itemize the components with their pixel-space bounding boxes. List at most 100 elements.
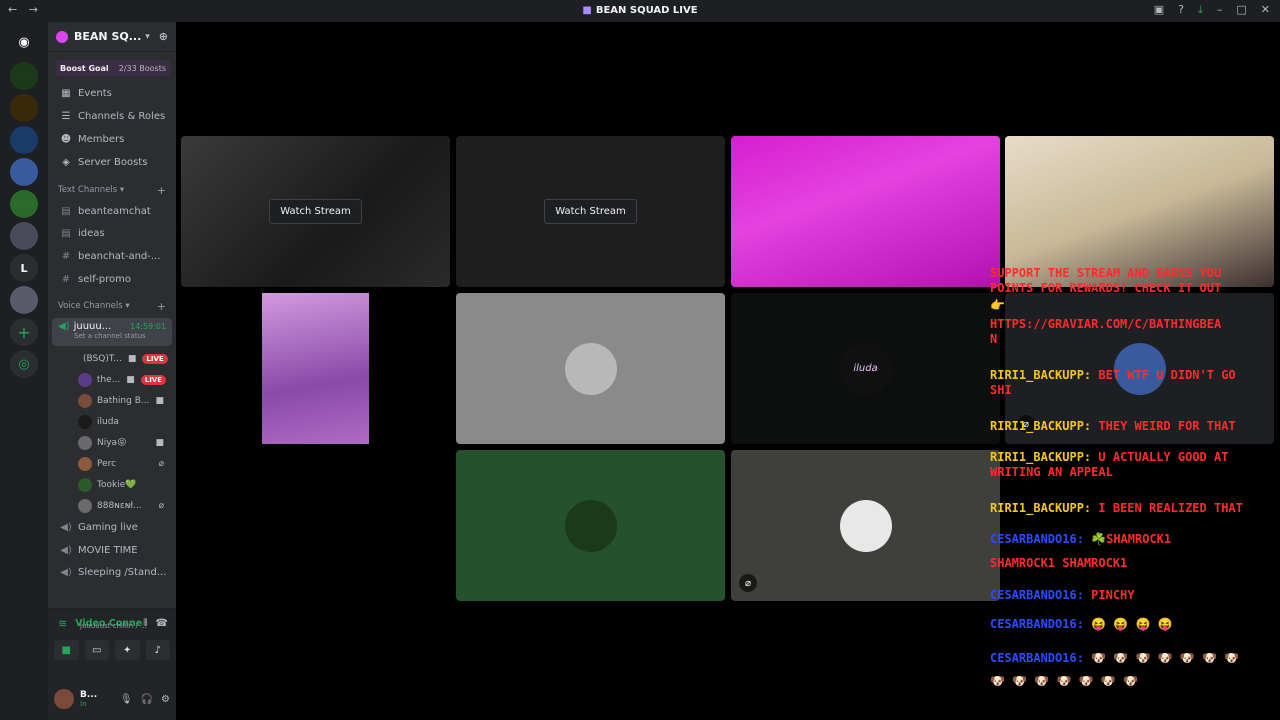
voice-user[interactable]: Perc ⌀	[48, 453, 176, 474]
voice-user-name: (BSQ)T...	[83, 353, 122, 364]
channel-status-input[interactable]: Set a channel status	[74, 332, 166, 340]
text-channel[interactable]: # self-promo	[48, 268, 176, 291]
download-icon[interactable]: ⤓	[1198, 3, 1203, 17]
voice-channel[interactable]: ◀) MOVIE TIME	[48, 539, 176, 562]
user-tile-green[interactable]	[456, 450, 725, 601]
stream-tile-2[interactable]: Watch Stream	[456, 136, 725, 287]
screen-share-button[interactable]: ▭	[84, 640, 109, 660]
voice-channel[interactable]: ◀) Sleeping /Stand...	[48, 562, 176, 585]
user-avatar[interactable]	[54, 689, 74, 709]
server-icon-2[interactable]	[10, 94, 38, 122]
chat-message: HTTPS://GRAVIAR.COM/C/BATHINGBEA	[990, 317, 1222, 331]
chat-line: CESARBANDO16: 🐶 🐶 🐶 🐶 🐶 🐶 🐶	[990, 651, 1239, 666]
discord-home-icon[interactable]: ◉	[10, 28, 38, 56]
server-icon-8[interactable]	[10, 286, 38, 314]
user-status: In	[80, 700, 87, 708]
camera-icon: ■	[155, 437, 164, 448]
video-stage: Watch Stream Watch Stream iluda ⌀ ⌀ SUPP…	[176, 22, 1280, 720]
user-tile-gray[interactable]: ⌀	[731, 450, 1000, 601]
video-tile-phone[interactable]	[181, 293, 450, 444]
voice-channels-category[interactable]: Voice Channels ▾ +	[48, 296, 176, 316]
channel-name: self-promo	[78, 273, 131, 285]
chat-line: N	[990, 332, 997, 347]
server-icon-bean-squad[interactable]	[10, 158, 38, 186]
channels-icon: ☰	[61, 111, 71, 122]
text-channels-category[interactable]: Text Channels ▾ +	[48, 180, 176, 200]
voice-channel[interactable]: ◀) Gaming live	[48, 516, 176, 539]
create-channel-icon[interactable]: +	[157, 184, 166, 197]
chat-line: SUPPORT THE STREAM AND EARNS YOU	[990, 266, 1221, 281]
camera-icon: ■	[127, 353, 137, 364]
menu-item-events[interactable]: ▦ Events	[48, 82, 176, 105]
chat-username: RIRI1_BACKUPP:	[990, 419, 1092, 433]
video-tile-pink[interactable]	[731, 136, 1000, 287]
text-channel[interactable]: ▤ ideas	[48, 223, 176, 246]
inbox-icon[interactable]: ▣	[1154, 3, 1164, 17]
text-channel[interactable]: ▤ beanteamchat	[48, 200, 176, 223]
voice-user[interactable]: Niya😝 ■	[48, 432, 176, 453]
server-list: ◉ L + ◎	[0, 22, 48, 720]
chat-message: 🐶 🐶 🐶 🐶 🐶 🐶 🐶	[1091, 651, 1240, 665]
voice-user[interactable]: Bathing B... ■	[48, 390, 176, 411]
user-tile-iluda[interactable]: iluda	[731, 293, 1000, 444]
voice-user[interactable]: 888ɴɛɴł... ⌀	[48, 495, 176, 516]
voice-user[interactable]: Tookie💚	[48, 474, 176, 495]
voice-user-name: 888ɴɛɴł...	[97, 500, 142, 511]
disconnect-icon[interactable]: ☎	[156, 618, 168, 629]
channel-hash-icon: ▤	[61, 205, 71, 217]
headphones-icon[interactable]: 🎧	[141, 694, 153, 705]
menu-item-server-boosts[interactable]: ◈ Server Boosts	[48, 151, 176, 174]
voice-user-avatar	[78, 477, 92, 492]
maximize-button[interactable]: □	[1236, 3, 1246, 17]
voice-user-avatar	[78, 393, 92, 408]
chat-username: CESARBANDO16:	[990, 617, 1084, 631]
chat-message: 👉	[990, 298, 1005, 312]
chat-message: SHI	[990, 383, 1012, 397]
voice-user[interactable]: (BSQ)T... ■ LIVE	[48, 348, 176, 369]
user-tile[interactable]	[456, 293, 725, 444]
voice-user-name: Tookie💚	[97, 479, 137, 490]
invite-people-icon[interactable]: ⊕	[159, 30, 168, 43]
server-menu: ▦ Events ☰ Channels & Roles ☻ Members ◈ Server …	[48, 82, 176, 174]
camera-button[interactable]: ■	[54, 640, 79, 660]
chat-message: SHAMROCK1 SHAMROCK1	[990, 556, 1128, 570]
menu-item-members[interactable]: ☻ Members	[48, 128, 176, 151]
boost-goal-bar[interactable]: Boost Goal 2/33 Boosts	[56, 60, 170, 76]
server-header[interactable]: BEAN SQ... ▾ ⊕	[48, 22, 176, 52]
watch-stream-button[interactable]: Watch Stream	[269, 199, 362, 224]
voice-user-avatar	[78, 456, 92, 471]
voice-user[interactable]: iluda	[48, 411, 176, 432]
create-voice-channel-icon[interactable]: +	[157, 300, 166, 313]
add-server-icon[interactable]: +	[10, 318, 38, 346]
soundboard-button[interactable]: ♪	[145, 640, 170, 660]
server-icon-6[interactable]	[10, 222, 38, 250]
chat-message: PINCHY	[1091, 588, 1135, 602]
activities-button[interactable]: ✦	[115, 640, 140, 660]
server-icon-5[interactable]	[10, 190, 38, 218]
video-tile-room[interactable]	[1005, 136, 1274, 287]
microphone-icon[interactable]: 🎙	[120, 694, 133, 705]
watch-stream-button[interactable]: Watch Stream	[544, 199, 637, 224]
close-button[interactable]: ✕	[1261, 3, 1270, 17]
server-icon-1[interactable]	[10, 62, 38, 90]
chat-message: THEY WEIRD FOR THAT	[1098, 419, 1236, 433]
stream-icon: ■	[582, 5, 592, 16]
active-voice-channel[interactable]: ◀) juuuu... 14:59:01 Set a channel statu…	[52, 318, 172, 347]
chat-line: RIRI1_BACKUPP: I BEEN REALIZED THAT	[990, 501, 1243, 516]
menu-item-label: Channels & Roles	[78, 111, 166, 122]
menu-item-label: Members	[78, 134, 125, 145]
stream-tile-1[interactable]: Watch Stream	[181, 136, 450, 287]
window-controls: ▣ ? ⤓ – □ ✕	[1154, 3, 1270, 17]
server-icon-3[interactable]	[10, 126, 38, 154]
voice-user[interactable]: the... ■ LIVE	[48, 369, 176, 390]
server-icon-l[interactable]: L	[10, 254, 38, 282]
help-icon[interactable]: ?	[1178, 3, 1184, 17]
menu-item-channels-roles[interactable]: ☰ Channels & Roles	[48, 105, 176, 128]
text-channel[interactable]: # beanchat-and-...	[48, 245, 176, 268]
settings-gear-icon[interactable]: ⚙	[161, 694, 170, 705]
discover-icon[interactable]: ◎	[10, 350, 38, 378]
minimize-button[interactable]: –	[1217, 3, 1223, 17]
voice-user-avatar	[78, 435, 92, 450]
chat-message: WRITING AN APPEAL	[990, 465, 1113, 479]
voice-timer: 14:59:01	[130, 322, 166, 332]
